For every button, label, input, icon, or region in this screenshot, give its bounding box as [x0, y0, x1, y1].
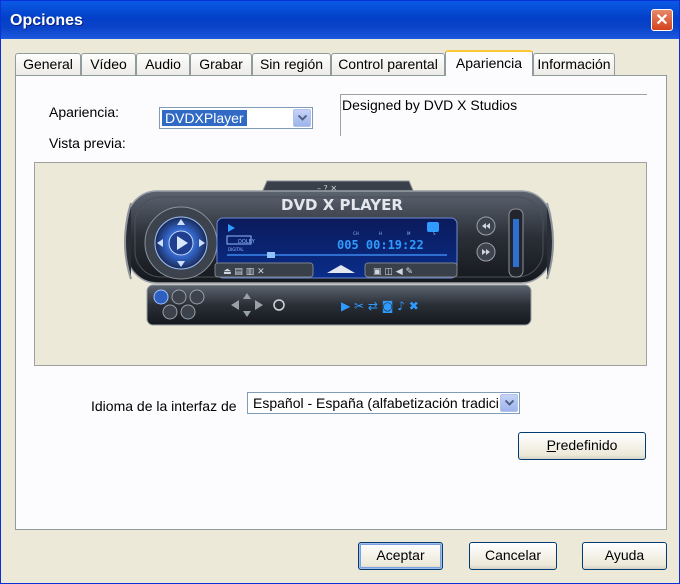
- window-title: Opciones: [10, 12, 83, 29]
- dolby-sub-label: DIGITAL: [228, 247, 244, 252]
- time-counter: 005 00:19:22: [337, 238, 424, 252]
- title-bar[interactable]: Opciones ✕: [1, 1, 679, 39]
- tab-sin-region[interactable]: Sin región: [252, 53, 331, 75]
- svg-text:▣ ◫ ◀ ✎: ▣ ◫ ◀ ✎: [373, 267, 413, 277]
- tab-grabar[interactable]: Grabar: [190, 53, 252, 75]
- preview-label: Vista previa:: [49, 135, 126, 151]
- player-logo: DVD X PLAYER: [281, 196, 403, 214]
- svg-text:▶ ✂ ⇄ ◙ ♪ ✖: ▶ ✂ ⇄ ◙ ♪ ✖: [341, 299, 419, 313]
- svg-text:⏏ ▤ ▥ ✕: ⏏ ▤ ▥ ✕: [223, 267, 265, 277]
- tab-general[interactable]: General: [15, 53, 81, 75]
- default-button[interactable]: Predefinido: [518, 432, 646, 460]
- options-dialog: Opciones ✕ General Vídeo Audio Grabar Si…: [0, 0, 680, 584]
- help-button[interactable]: Ayuda: [582, 542, 667, 570]
- appearance-label: Apariencia:: [49, 104, 120, 120]
- skin-description: Designed by DVD X Studios: [340, 94, 647, 136]
- appearance-select[interactable]: DVDXPlayer: [159, 107, 313, 129]
- appearance-select-value: DVDXPlayer: [162, 110, 247, 126]
- close-button[interactable]: ✕: [651, 9, 673, 31]
- chevron-down-icon[interactable]: [293, 109, 311, 127]
- skin-preview: – ? ✕ DVD X PLAYER DOLBY DIGITAL CH H M …: [34, 162, 647, 366]
- minute-label: M: [407, 231, 411, 236]
- language-select[interactable]: Español - España (alfabetización tradici…: [247, 392, 520, 414]
- accept-button[interactable]: Aceptar: [358, 542, 443, 570]
- tab-control-parental[interactable]: Control parental: [331, 53, 445, 75]
- tab-apariencia[interactable]: Apariencia: [445, 50, 533, 76]
- appearance-panel: Apariencia: DVDXPlayer Designed by DVD X…: [15, 75, 667, 530]
- cancel-button[interactable]: Cancelar: [469, 542, 557, 570]
- skin-description-text: Designed by DVD X Studios: [342, 97, 518, 113]
- tab-audio[interactable]: Audio: [136, 53, 190, 75]
- language-select-value: Español - España (alfabetización tradici…: [253, 395, 499, 411]
- tab-video[interactable]: Vídeo: [81, 53, 136, 75]
- chevron-down-icon[interactable]: [500, 394, 518, 412]
- default-button-mnemonic: P: [546, 437, 556, 453]
- ch-label: CH: [353, 231, 359, 236]
- dolby-label: DOLBY: [238, 239, 256, 245]
- player-skin-preview: – ? ✕ DVD X PLAYER DOLBY DIGITAL CH H M …: [124, 180, 554, 326]
- default-button-label: redefinido: [555, 437, 618, 453]
- language-label: Idioma de la interfaz de: [91, 398, 237, 414]
- hour-label: H: [379, 231, 382, 236]
- tab-informacion[interactable]: Información: [533, 53, 615, 75]
